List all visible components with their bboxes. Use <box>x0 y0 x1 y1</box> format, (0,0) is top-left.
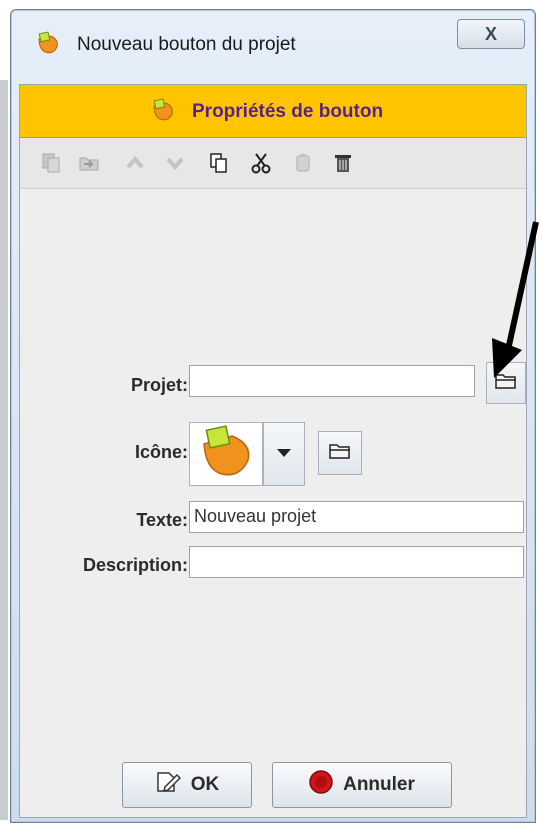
edit-icon <box>155 770 181 800</box>
window-title: Nouveau bouton du projet <box>77 34 296 55</box>
duplicate-icon[interactable] <box>208 152 230 174</box>
title-bar: Nouveau bouton du projet X <box>11 10 535 76</box>
ok-button[interactable]: OK <box>122 762 252 808</box>
move-down-icon[interactable] <box>164 152 186 174</box>
chevron-down-icon <box>276 445 292 463</box>
icon-preview[interactable] <box>189 422 263 486</box>
cancel-button[interactable]: Annuler <box>272 762 452 808</box>
cancel-label: Annuler <box>343 774 415 795</box>
paste-icon[interactable] <box>78 152 100 174</box>
app-icon <box>35 30 61 56</box>
delete-icon[interactable] <box>292 152 314 174</box>
project-label: Projet: <box>130 375 188 395</box>
toolbar <box>20 138 526 189</box>
text-field-value: Nouveau projet <box>194 506 317 526</box>
close-icon: X <box>484 23 497 44</box>
background-edge-left <box>0 80 8 820</box>
description-field[interactable] <box>189 546 524 578</box>
annotation-arrow <box>492 221 539 378</box>
panel-title: Propriétés de bouton <box>192 101 384 122</box>
trash-icon[interactable] <box>332 152 354 174</box>
folder-icon <box>329 442 351 465</box>
icon-dropdown-button[interactable] <box>263 422 305 486</box>
ok-label: OK <box>190 774 220 795</box>
project-field[interactable] <box>189 365 475 397</box>
icon-browse-button[interactable] <box>318 431 362 475</box>
icon-label: Icône: <box>134 442 188 462</box>
copy-icon[interactable] <box>40 152 62 174</box>
cut-icon[interactable] <box>250 152 272 174</box>
dialog-client-area: Propriétés de bouton Projet: Icône: Text… <box>19 84 527 818</box>
text-field[interactable]: Nouveau projet <box>189 501 524 533</box>
close-button[interactable]: X <box>457 19 525 49</box>
text-label: Texte: <box>136 510 188 530</box>
panel-header: Propriétés de bouton <box>20 85 526 138</box>
dialog-window: Nouveau bouton du projet X Propriétés de… <box>10 9 536 823</box>
stop-icon <box>309 770 333 800</box>
description-label: Description: <box>82 555 188 575</box>
app-icon-preview <box>196 424 256 485</box>
header-app-icon <box>150 97 176 123</box>
move-up-icon[interactable] <box>124 152 146 174</box>
